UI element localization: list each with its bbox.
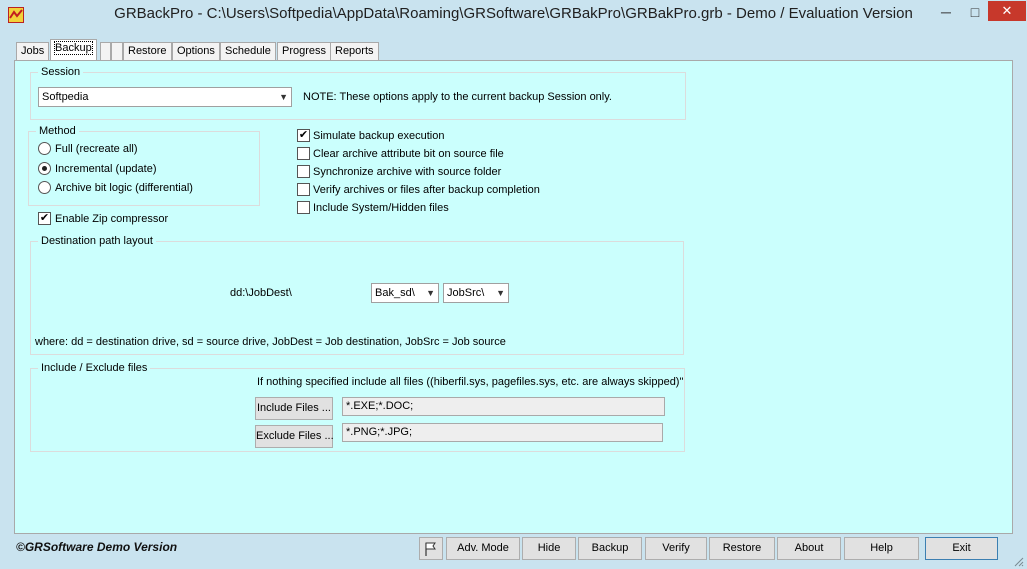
chevron-down-icon: ▼	[496, 288, 505, 298]
resize-grip-icon[interactable]	[1012, 555, 1024, 567]
session-note: NOTE: These options apply to the current…	[303, 91, 612, 103]
exit-button[interactable]: Exit	[925, 537, 998, 560]
tab-restore[interactable]: Restore	[123, 42, 172, 60]
exclude-files-button[interactable]: Exclude Files ...	[255, 425, 334, 448]
include-hidden-checkbox[interactable]	[297, 201, 310, 214]
about-button[interactable]: About	[777, 537, 841, 560]
tab-backup[interactable]: Backup	[50, 39, 97, 60]
tab-blank-2[interactable]	[111, 42, 123, 60]
enable-zip-checkbox[interactable]: ✔	[38, 212, 51, 225]
help-button[interactable]: Help	[844, 537, 919, 560]
include-files-button[interactable]: Include Files ...	[255, 397, 333, 420]
include-files-input[interactable]: *.EXE;*.DOC;	[342, 397, 665, 416]
window-title: GRBackPro - C:\Users\Softpedia\AppData\R…	[114, 5, 913, 22]
method-group-label: Method	[36, 125, 79, 137]
synchronize-label[interactable]: Synchronize archive with source folder	[313, 166, 501, 178]
tab-jobs[interactable]: Jobs	[16, 42, 50, 60]
adv-mode-button[interactable]: Adv. Mode	[446, 537, 520, 560]
destination-select-job-value: JobSrc\	[447, 287, 485, 299]
verify-label[interactable]: Verify archives or files after backup co…	[313, 184, 540, 196]
tab-blank-1[interactable]	[100, 42, 111, 60]
destination-group-label: Destination path layout	[38, 235, 156, 247]
simulate-checkbox[interactable]: ✔	[297, 129, 310, 142]
destination-select-source-value: Bak_sd\	[375, 287, 415, 299]
include-exclude-note: If nothing specified include all files (…	[257, 376, 684, 388]
session-select[interactable]: Softpedia ▼	[38, 87, 292, 107]
clear-archive-label[interactable]: Clear archive attribute bit on source fi…	[313, 148, 504, 160]
backup-panel: Session Softpedia ▼ NOTE: These options …	[14, 60, 1013, 534]
close-button[interactable]: ✕	[988, 1, 1026, 21]
destination-prefix: dd:\JobDest\	[230, 287, 292, 299]
simulate-label[interactable]: Simulate backup execution	[313, 130, 444, 142]
chevron-down-icon: ▼	[279, 92, 288, 102]
exclude-files-input[interactable]: *.PNG;*.JPG;	[342, 423, 663, 442]
session-group-label: Session	[38, 66, 84, 78]
flag-button[interactable]	[419, 537, 443, 560]
title-bar[interactable]: GRBackPro - C:\Users\Softpedia\AppData\R…	[0, 0, 1027, 32]
include-hidden-label[interactable]: Include System/Hidden files	[313, 202, 449, 214]
include-exclude-group-label: Include / Exclude files	[38, 362, 151, 374]
copyright-label: ©GRSoftware Demo Version	[16, 540, 178, 554]
check-icon: ✔	[298, 129, 309, 141]
hide-button[interactable]: Hide	[522, 537, 576, 560]
chevron-down-icon: ▼	[426, 288, 435, 298]
verify-button[interactable]: Verify	[645, 537, 707, 560]
method-incremental-radio[interactable]	[38, 162, 51, 175]
method-archive-bit-radio[interactable]	[38, 181, 51, 194]
check-icon: ✔	[39, 212, 50, 224]
method-full-label[interactable]: Full (recreate all)	[55, 143, 138, 155]
clear-archive-checkbox[interactable]	[297, 147, 310, 160]
maximize-button[interactable]: □	[961, 1, 989, 23]
destination-select-source[interactable]: Bak_sd\ ▼	[371, 283, 439, 303]
backup-button[interactable]: Backup	[578, 537, 642, 560]
tab-reports[interactable]: Reports	[330, 42, 379, 60]
flag-icon	[425, 542, 436, 556]
restore-button[interactable]: Restore	[709, 537, 775, 560]
synchronize-checkbox[interactable]	[297, 165, 310, 178]
tab-progress[interactable]: Progress	[277, 42, 332, 60]
enable-zip-label[interactable]: Enable Zip compressor	[55, 213, 168, 225]
destination-legend: where: dd = destination drive, sd = sour…	[35, 336, 506, 348]
verify-checkbox[interactable]	[297, 183, 310, 196]
minimize-button[interactable]: ─	[932, 1, 960, 23]
method-full-radio[interactable]	[38, 142, 51, 155]
session-select-value: Softpedia	[42, 91, 89, 103]
tab-schedule[interactable]: Schedule	[220, 42, 276, 60]
destination-select-job[interactable]: JobSrc\ ▼	[443, 283, 509, 303]
method-incremental-label[interactable]: Incremental (update)	[55, 163, 157, 175]
tab-options[interactable]: Options	[172, 42, 220, 60]
method-archive-bit-label[interactable]: Archive bit logic (differential)	[55, 182, 193, 194]
